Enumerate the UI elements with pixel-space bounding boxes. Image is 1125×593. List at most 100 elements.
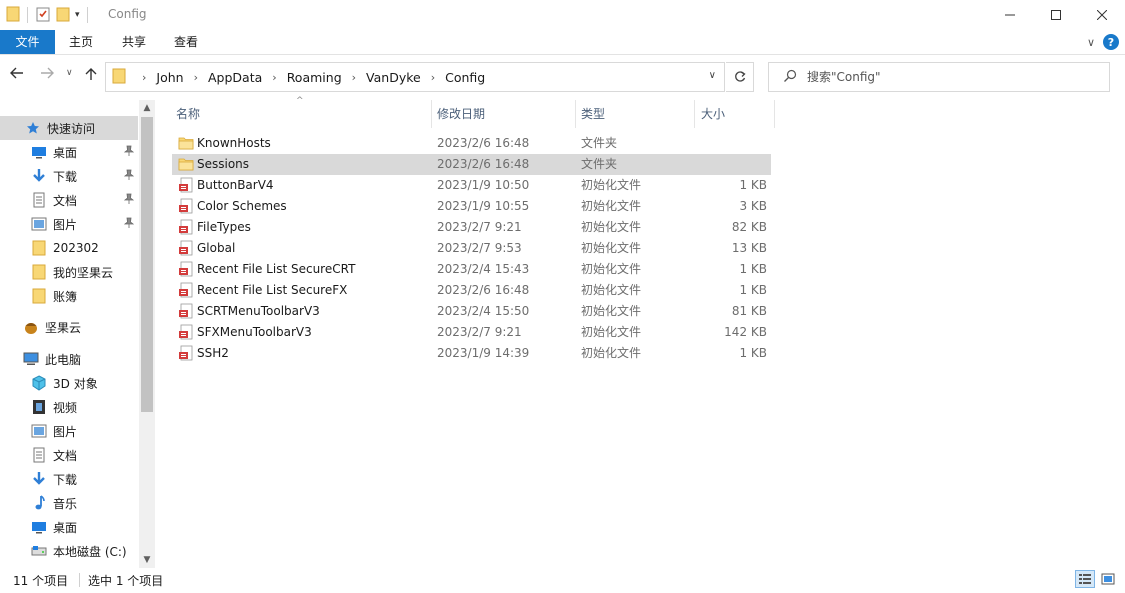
navigation-pane: 快速访问 桌面 下载 文档 图片 202302 我的坚果云 账簿 坚果云 此电脑… [0,100,155,568]
nav-item-pc-pictures[interactable]: 图片 [0,419,138,443]
nav-item-pictures[interactable]: 图片 [0,212,138,236]
nav-quick-access[interactable]: 快速访问 [0,116,138,140]
nav-item-my-nutstore[interactable]: 我的坚果云 [0,260,138,284]
file-row[interactable]: Global 2023/2/7 9:53 初始化文件 13 KB [172,238,771,259]
nav-nutstore[interactable]: 坚果云 [0,315,138,339]
file-type: 初始化文件 [581,262,642,276]
file-row[interactable]: Sessions 2023/2/6 16:48 文件夹 [172,154,771,175]
file-row[interactable]: Recent File List SecureCRT 2023/2/4 15:43… [172,259,771,280]
chevron-right-icon[interactable]: › [142,71,146,84]
close-button[interactable] [1079,0,1125,30]
folder-icon [31,264,47,280]
nav-item-label: 下载 [53,169,78,184]
scroll-down-icon[interactable]: ▼ [139,552,155,568]
maximize-button[interactable] [1033,0,1079,30]
pin-icon[interactable] [123,145,135,160]
tab-share[interactable]: 共享 [111,30,157,54]
navigation-bar: ∨ › John › AppData › Roaming › VanDyke ›… [0,55,1125,99]
chevron-right-icon[interactable]: › [272,71,276,84]
details-view-icon [1079,574,1091,584]
minimize-button[interactable] [987,0,1033,30]
nav-item-label: 图片 [53,424,78,439]
file-row[interactable]: SCRTMenuToolbarV3 2023/2/4 15:50 初始化文件 81 K… [172,301,771,322]
nav-item-pc-downloads[interactable]: 下载 [0,467,138,491]
back-arrow-icon[interactable] [10,67,24,83]
address-bar[interactable]: › John › AppData › Roaming › VanDyke › C… [105,62,725,92]
pin-icon[interactable] [123,217,135,232]
column-divider[interactable] [694,100,695,128]
file-row[interactable]: SFXMenuToolbarV3 2023/2/7 9:21 初始化文件 142 KB [172,322,771,343]
scrollbar-thumb[interactable] [141,117,153,412]
pin-icon[interactable] [123,193,135,208]
nav-item-documents[interactable]: 文档 [0,188,138,212]
nav-item-music[interactable]: 音乐 [0,491,138,515]
nav-item-pc-documents[interactable]: 文档 [0,443,138,467]
file-row[interactable]: KnownHosts 2023/2/6 16:48 文件夹 [172,133,771,154]
breadcrumb-config[interactable]: Config [445,70,485,85]
pin-icon[interactable] [123,169,135,184]
nav-item-label: 下载 [53,472,78,487]
details-view-button[interactable] [1075,570,1095,588]
recent-locations-icon[interactable]: ∨ [66,68,73,78]
nav-item-pc-desktop[interactable]: 桌面 [0,515,138,539]
nav-item-label: 桌面 [53,520,78,535]
tab-file[interactable]: 文件 [0,30,55,54]
search-input[interactable] [807,67,1097,87]
column-divider[interactable] [774,100,775,128]
up-arrow-icon[interactable] [85,67,97,85]
breadcrumb-vandyke[interactable]: VanDyke [366,70,421,85]
nav-item-label: 视频 [53,400,78,415]
folder-icon [6,6,20,25]
nav-item-202302[interactable]: 202302 [0,236,138,260]
tab-home[interactable]: 主页 [58,30,104,54]
nav-item-local-disk[interactable]: 本地磁盘 (C:) [0,539,138,563]
file-row[interactable]: Color Schemes 2023/1/9 10:55 初始化文件 3 KB [172,196,771,217]
column-divider[interactable] [431,100,432,128]
help-icon[interactable]: ? [1103,34,1119,50]
file-name: SSH2 [197,346,229,360]
file-row[interactable]: FileTypes 2023/2/7 9:21 初始化文件 82 KB [172,217,771,238]
file-name: Recent File List SecureCRT [197,262,356,276]
status-bar: 11 个项目 选中 1 个项目 [0,568,1125,593]
breadcrumb-roaming[interactable]: Roaming [287,70,342,85]
expand-ribbon-icon[interactable]: ∨ [1087,36,1095,49]
new-folder-icon[interactable] [55,6,71,25]
column-header-name[interactable]: 名称 [176,100,200,128]
properties-icon[interactable] [35,6,51,25]
column-header-type[interactable]: 类型 [581,100,605,128]
large-icons-view-button[interactable] [1098,570,1118,588]
column-header-date[interactable]: 修改日期 [437,100,485,128]
nav-item-label: 快速访问 [47,121,96,136]
file-row[interactable]: SSH2 2023/1/9 14:39 初始化文件 1 KB [172,343,771,364]
file-size: 1 KB [739,178,767,192]
chevron-right-icon[interactable]: › [431,71,435,84]
chevron-right-icon[interactable]: › [194,71,198,84]
title-bar: ▾ Config [0,0,1125,30]
column-header-size[interactable]: 大小 [701,100,725,128]
breadcrumb-appdata[interactable]: AppData [208,70,262,85]
nav-item-ledger[interactable]: 账簿 [0,284,138,308]
chevron-right-icon[interactable]: › [352,71,356,84]
file-type: 初始化文件 [581,178,642,192]
tab-view[interactable]: 查看 [163,30,209,54]
file-row[interactable]: Recent File List SecureFX 2023/2/6 16:48 初… [172,280,771,301]
file-name: Sessions [197,157,250,171]
nav-item-desktop[interactable]: 桌面 [0,140,138,164]
scroll-up-icon[interactable]: ▲ [139,100,155,116]
nav-scrollbar[interactable]: ▲ ▼ [139,100,155,568]
nav-this-pc[interactable]: 此电脑 [0,347,138,371]
nav-item-videos[interactable]: 视频 [0,395,138,419]
quick-access-toolbar: ▾ [6,6,91,24]
file-row[interactable]: ButtonBarV4 2023/1/9 10:50 初始化文件 1 KB [172,175,771,196]
column-divider[interactable] [575,100,576,128]
nav-item-downloads[interactable]: 下载 [0,164,138,188]
chevron-down-icon[interactable]: ∨ [709,70,716,81]
forward-arrow-icon[interactable] [40,67,54,83]
nav-item-3d-objects[interactable]: 3D 对象 [0,371,138,395]
customize-qat-icon[interactable]: ▾ [75,10,80,20]
breadcrumb-john[interactable]: John [156,70,183,85]
nav-item-label: 账簿 [53,289,78,304]
file-type: 初始化文件 [581,220,642,234]
refresh-button[interactable] [726,62,754,92]
close-icon [1097,10,1107,20]
